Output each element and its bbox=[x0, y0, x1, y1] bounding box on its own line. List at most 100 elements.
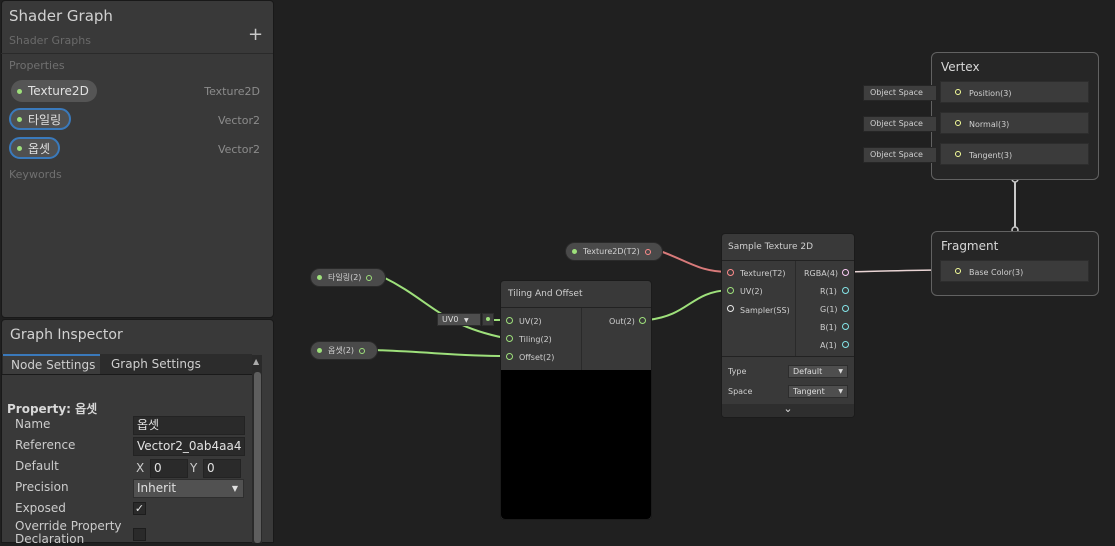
output-port[interactable] bbox=[644, 248, 651, 255]
output-port-b[interactable] bbox=[842, 323, 849, 330]
property-pill-texture2d[interactable]: Texture2D bbox=[11, 80, 97, 102]
reference-label: Reference bbox=[15, 438, 76, 452]
output-port-g[interactable] bbox=[842, 305, 849, 312]
object-space-dropdown-position[interactable]: Object Space bbox=[863, 85, 937, 101]
exposed-label: Exposed bbox=[15, 501, 66, 515]
override-declaration-checkbox[interactable] bbox=[133, 528, 146, 541]
default-label: Default bbox=[15, 459, 59, 473]
slot-label: RGBA(4) bbox=[804, 269, 839, 278]
property-node-label: 옵셋(2) bbox=[328, 346, 355, 355]
fragment-title: Fragment bbox=[941, 239, 999, 253]
output-port-out[interactable] bbox=[639, 317, 646, 324]
wire-offset bbox=[372, 349, 506, 357]
fragment-context-block[interactable]: Fragment Base Color(3) bbox=[931, 231, 1099, 296]
precision-dropdown[interactable]: Inherit ▼ bbox=[133, 479, 244, 498]
properties-section-label: Properties bbox=[9, 59, 65, 72]
slot-label: Normal(3) bbox=[969, 120, 1010, 129]
x-label: X bbox=[136, 461, 145, 475]
input-port-texture[interactable] bbox=[727, 269, 734, 276]
slot-label: Out(2) bbox=[609, 317, 635, 326]
override-declaration-label: Override Property Declaration bbox=[15, 519, 122, 546]
tab-graph-settings[interactable]: Graph Settings bbox=[104, 354, 224, 374]
node-title: Tiling And Offset bbox=[508, 289, 583, 299]
divider bbox=[1, 53, 273, 54]
slot-label: Texture(T2) bbox=[740, 269, 786, 278]
scroll-up-icon[interactable]: ▲ bbox=[253, 357, 259, 366]
property-name: 옵셋 bbox=[28, 141, 51, 156]
name-label: Name bbox=[15, 417, 51, 431]
input-port-base-color[interactable] bbox=[955, 268, 961, 274]
sample-texture-2d-node[interactable]: Sample Texture 2D Texture(T2) UV(2) Samp… bbox=[721, 233, 855, 418]
slot-label: R(1) bbox=[820, 287, 837, 296]
slot-label: Tiling(2) bbox=[519, 335, 552, 344]
property-pill-tiling[interactable]: 타일링 bbox=[9, 108, 72, 130]
vertex-position-slot[interactable]: Position(3) bbox=[940, 81, 1089, 103]
property-type-dot bbox=[17, 88, 22, 94]
tiling-and-offset-node[interactable]: Tiling And Offset UV(2) Tiling(2) Offset… bbox=[500, 280, 652, 520]
slot-label: Position(3) bbox=[969, 89, 1012, 98]
property-node-tiling[interactable]: 타일링(2) bbox=[310, 268, 386, 287]
output-port-a[interactable] bbox=[842, 341, 849, 348]
space-label: Space bbox=[728, 387, 753, 396]
property-name: Texture2D bbox=[28, 84, 89, 98]
output-port[interactable] bbox=[366, 274, 373, 281]
fragment-base-color-slot[interactable]: Base Color(3) bbox=[940, 260, 1089, 282]
dropdown-arrow-icon: ▼ bbox=[463, 317, 469, 324]
type-value: Default bbox=[793, 367, 823, 376]
slot-label: A(1) bbox=[820, 341, 837, 350]
property-pill-offset[interactable]: 옵셋 bbox=[9, 137, 61, 159]
slot-label: G(1) bbox=[820, 305, 838, 314]
property-node-offset[interactable]: 옵셋(2) bbox=[310, 341, 378, 360]
property-type-label: Vector2 bbox=[217, 114, 260, 127]
output-port-r[interactable] bbox=[842, 287, 849, 294]
input-port-uv[interactable] bbox=[506, 317, 513, 324]
input-port-tiling[interactable] bbox=[506, 335, 513, 342]
type-label: Type bbox=[728, 367, 747, 376]
object-space-dropdown-tangent[interactable]: Object Space bbox=[863, 147, 937, 163]
reference-field[interactable]: Vector2_0ab4aa4 bbox=[133, 437, 245, 456]
space-dropdown[interactable]: Tangent ▼ bbox=[788, 385, 848, 398]
property-type-dot bbox=[317, 348, 322, 353]
slot-label: Base Color(3) bbox=[969, 268, 1024, 277]
uv-dropdown-port[interactable] bbox=[482, 313, 494, 326]
uv-channel-dropdown[interactable]: UV0 ▼ bbox=[437, 313, 481, 326]
blackboard-subtitle: Shader Graphs bbox=[9, 34, 91, 47]
vertex-context-block[interactable]: Vertex Position(3) Normal(3) Tangent(3) bbox=[931, 52, 1099, 180]
input-port-position[interactable] bbox=[955, 89, 961, 95]
object-space-dropdown-normal[interactable]: Object Space bbox=[863, 116, 937, 132]
precision-label: Precision bbox=[15, 480, 69, 494]
plus-icon[interactable]: + bbox=[248, 24, 263, 45]
exposed-checkbox[interactable]: ✓ bbox=[133, 502, 146, 515]
default-y-field[interactable]: 0 bbox=[203, 459, 241, 478]
y-label: Y bbox=[190, 461, 198, 475]
slot-label: Sampler(SS) bbox=[740, 306, 790, 315]
dropdown-arrow-icon: ▼ bbox=[231, 484, 238, 493]
output-port[interactable] bbox=[359, 347, 366, 354]
input-port-offset[interactable] bbox=[506, 353, 513, 360]
checkmark-icon: ✓ bbox=[134, 502, 145, 515]
property-type-dot bbox=[17, 116, 22, 122]
type-dropdown[interactable]: Default ▼ bbox=[788, 365, 848, 378]
name-field[interactable]: 옵셋 bbox=[133, 416, 245, 435]
input-port-uv[interactable] bbox=[727, 287, 734, 294]
default-x-field[interactable]: 0 bbox=[150, 459, 188, 478]
input-port-sampler[interactable] bbox=[727, 305, 734, 312]
dropdown-arrow-icon: ▼ bbox=[838, 368, 843, 375]
input-port-normal[interactable] bbox=[955, 120, 961, 126]
output-port-rgba[interactable] bbox=[842, 269, 849, 276]
wire-texture bbox=[659, 250, 730, 273]
property-node-texture2d[interactable]: Texture2D(T2) bbox=[565, 242, 663, 261]
object-space-value: Object Space bbox=[870, 88, 923, 97]
slot-label: UV(2) bbox=[740, 287, 763, 296]
dropdown-arrow-icon: ▼ bbox=[838, 388, 843, 395]
input-port-tangent[interactable] bbox=[955, 151, 961, 157]
wire-out-uv bbox=[647, 289, 730, 321]
property-type-dot bbox=[317, 275, 322, 280]
blackboard-panel bbox=[1, 0, 274, 318]
property-type-label: Texture2D bbox=[204, 85, 260, 98]
chevron-down-icon[interactable]: ⌄ bbox=[722, 403, 854, 417]
vertex-tangent-slot[interactable]: Tangent(3) bbox=[940, 143, 1089, 165]
vertex-normal-slot[interactable]: Normal(3) bbox=[940, 112, 1089, 134]
scrollbar-thumb[interactable] bbox=[254, 372, 261, 543]
tab-node-settings[interactable]: Node Settings bbox=[3, 354, 100, 374]
